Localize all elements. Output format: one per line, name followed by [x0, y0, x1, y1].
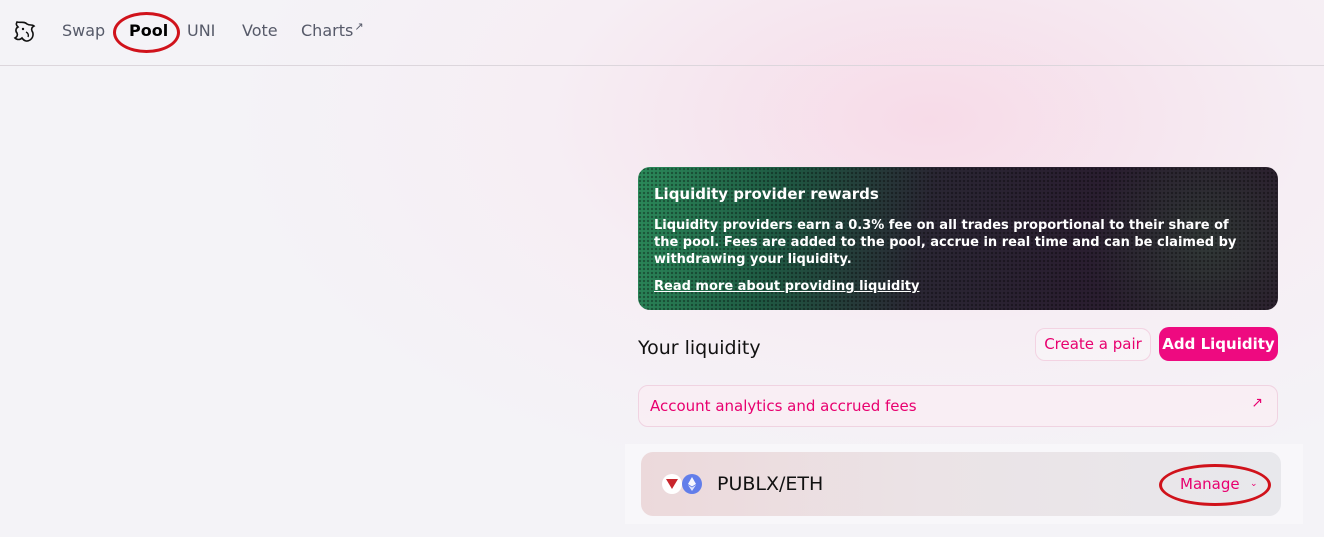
nav-swap[interactable]: Swap	[62, 21, 105, 40]
uniswap-logo-icon[interactable]	[12, 18, 38, 44]
rewards-title: Liquidity provider rewards	[654, 185, 879, 203]
chevron-down-icon[interactable]: ⌄	[1250, 479, 1258, 489]
rewards-description: Liquidity providers earn a 0.3% fee on a…	[654, 218, 1237, 267]
nav-uni[interactable]: UNI	[187, 21, 215, 40]
read-more-link[interactable]: Read more about providing liquidity	[654, 279, 919, 294]
add-liquidity-button[interactable]: Add Liquidity	[1159, 327, 1278, 361]
nav-charts-label: Charts	[301, 21, 354, 40]
top-nav-bar: Swap Pool UNI Vote Charts↗	[0, 0, 1324, 66]
external-arrow-icon: ↗	[1251, 395, 1263, 411]
external-link-icon: ↗	[354, 20, 364, 33]
nav-pool[interactable]: Pool	[129, 21, 168, 40]
nav-vote[interactable]: Vote	[242, 21, 278, 40]
publx-token-icon	[662, 474, 682, 494]
create-pair-button[interactable]: Create a pair	[1035, 328, 1151, 361]
account-analytics-label: Account analytics and accrued fees	[650, 397, 917, 415]
your-liquidity-heading: Your liquidity	[638, 337, 761, 359]
manage-button[interactable]: Manage	[1180, 475, 1240, 493]
eth-token-icon	[682, 474, 702, 494]
account-analytics-link[interactable]: Account analytics and accrued fees ↗	[638, 385, 1278, 427]
rewards-banner: Liquidity provider rewards Liquidity pro…	[638, 167, 1278, 310]
nav-charts[interactable]: Charts↗	[301, 20, 364, 40]
pair-name: PUBLX/ETH	[717, 473, 824, 495]
ethereum-diamond-icon	[688, 477, 696, 491]
